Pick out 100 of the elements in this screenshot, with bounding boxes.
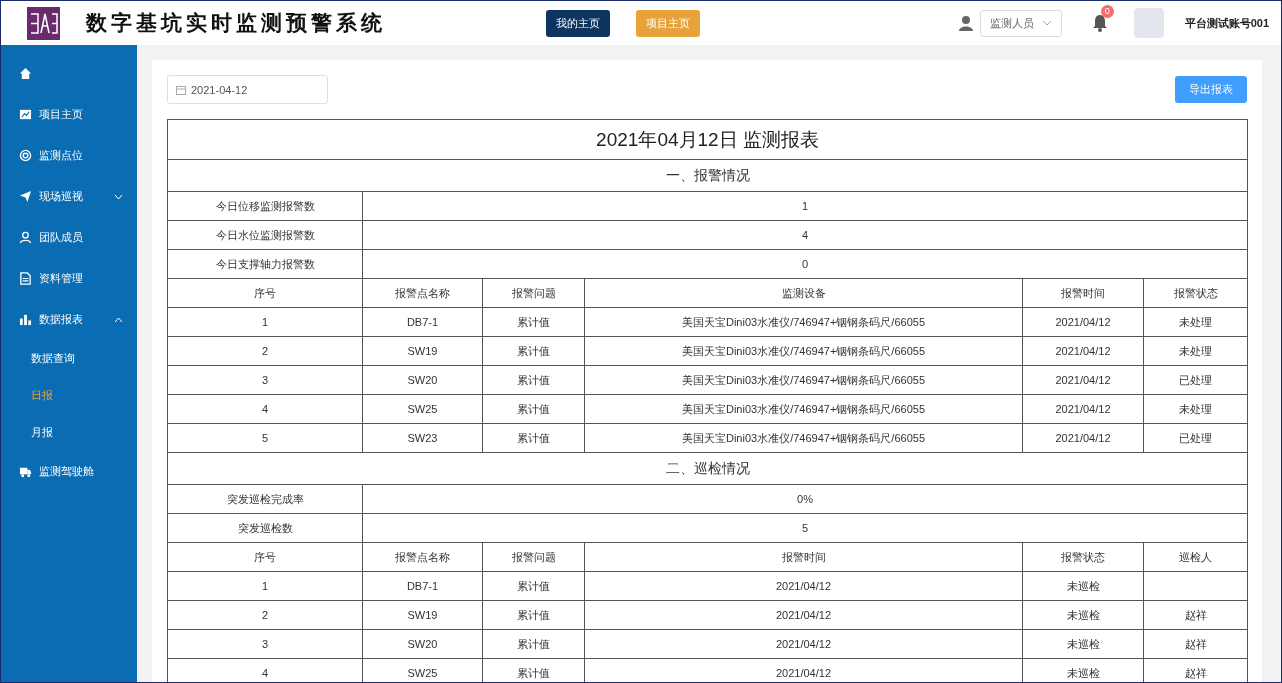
table-cell: 4	[167, 658, 363, 682]
column-header: 序号	[167, 542, 363, 572]
table-cell: 2021/04/12	[584, 571, 1023, 601]
sidebar-item[interactable]: 项目主页	[1, 94, 137, 135]
table-cell: 累计值	[482, 571, 585, 601]
avatar[interactable]	[1133, 8, 1164, 38]
table-cell: 4	[362, 220, 1248, 250]
table-cell: 2021/04/12	[1022, 365, 1144, 395]
table-cell: 今日位移监测报警数	[167, 191, 363, 221]
table-cell: 2021/04/12	[1022, 423, 1144, 453]
table-cell: 累计值	[482, 336, 585, 366]
table-cell: 未处理	[1143, 394, 1248, 424]
table-cell: SW19	[362, 600, 483, 630]
table-cell: SW19	[362, 336, 483, 366]
table-cell: 突发巡检完成率	[167, 484, 363, 514]
table-cell: 累计值	[482, 365, 585, 395]
table-cell: 2021/04/12	[1022, 336, 1144, 366]
table-cell: 未巡检	[1022, 629, 1144, 659]
table-cell: 2	[167, 600, 363, 630]
table-cell: 美国天宝Dini03水准仪/746947+铟钢条码尺/66055	[584, 423, 1023, 453]
table-cell: 美国天宝Dini03水准仪/746947+铟钢条码尺/66055	[584, 336, 1023, 366]
column-header: 报警时间	[584, 542, 1023, 572]
table-cell: 未巡检	[1022, 571, 1144, 601]
column-header: 报警状态	[1022, 542, 1144, 572]
table-cell: 赵祥	[1143, 629, 1248, 659]
notification-badge: 0	[1100, 5, 1114, 18]
role-select[interactable]: 监测人员	[979, 9, 1062, 37]
table-cell: SW25	[362, 394, 483, 424]
table-cell: 累计值	[482, 307, 585, 337]
truck-icon	[19, 465, 32, 478]
table-cell: 累计值	[482, 629, 585, 659]
column-header: 报警点名称	[362, 542, 483, 572]
column-header: 序号	[167, 278, 363, 308]
sidebar-item[interactable]: 资料管理	[1, 258, 137, 299]
table-cell: 未处理	[1143, 336, 1248, 366]
nav-button[interactable]: 我的主页	[546, 9, 610, 37]
table-cell: 1	[362, 191, 1248, 221]
app-title: 数字基坑实时监测预警系统	[86, 10, 386, 37]
sidebar-subitem[interactable]: 月报	[1, 414, 137, 451]
home-icon	[19, 67, 32, 80]
table-cell: 2021/04/12	[1022, 394, 1144, 424]
column-header: 监测设备	[584, 278, 1023, 308]
table-cell: 2	[167, 336, 363, 366]
column-header: 报警时间	[1022, 278, 1144, 308]
table-cell: 2021/04/12	[584, 629, 1023, 659]
table-cell: 今日水位监测报警数	[167, 220, 363, 250]
table-cell: 今日支撑轴力报警数	[167, 249, 363, 279]
date-field[interactable]: 2021-04-12	[167, 75, 328, 104]
table-cell: 美国天宝Dini03水准仪/746947+铟钢条码尺/66055	[584, 307, 1023, 337]
table-cell: 美国天宝Dini03水准仪/746947+铟钢条码尺/66055	[584, 394, 1023, 424]
chevron-down-icon	[1041, 20, 1052, 26]
table-cell: 已处理	[1143, 423, 1248, 453]
column-header: 报警状态	[1143, 278, 1248, 308]
column-header: 巡检人	[1143, 542, 1248, 572]
section-heading: 二、巡检情况	[167, 452, 1248, 485]
table-cell: 突发巡检数	[167, 513, 363, 543]
bars-icon	[19, 313, 32, 326]
table-cell: DB7-1	[362, 571, 483, 601]
sidebar-item[interactable]: 监测驾驶舱	[1, 451, 137, 492]
export-button[interactable]: 导出报表	[1175, 76, 1247, 103]
table-cell: 4	[167, 394, 363, 424]
bell-icon[interactable]	[1091, 14, 1108, 32]
sidebar-item[interactable]: 现场巡视	[1, 176, 137, 217]
table-cell: 未处理	[1143, 307, 1248, 337]
table-cell: 未巡检	[1022, 600, 1144, 630]
table-cell: 5	[167, 423, 363, 453]
table-cell: DB7-1	[362, 307, 483, 337]
table-cell: SW23	[362, 423, 483, 453]
table-cell: 累计值	[482, 600, 585, 630]
table-cell: 美国天宝Dini03水准仪/746947+铟钢条码尺/66055	[584, 365, 1023, 395]
table-cell: 5	[362, 513, 1248, 543]
report-title: 2021年04月12日 监测报表	[167, 119, 1248, 160]
table-cell: 3	[167, 629, 363, 659]
table-cell: 已处理	[1143, 365, 1248, 395]
table-cell: 2021/04/12	[584, 600, 1023, 630]
plane-icon	[19, 190, 32, 203]
table-cell: SW20	[362, 629, 483, 659]
sidebar-item[interactable]: 团队成员	[1, 217, 137, 258]
sidebar-item[interactable]: 监测点位	[1, 135, 137, 176]
column-header: 报警点名称	[362, 278, 483, 308]
account-name: 平台测试账号001	[1184, 15, 1269, 31]
table-cell: 累计值	[482, 394, 585, 424]
calendar-icon	[176, 84, 186, 95]
sidebar-subitem[interactable]: 数据查询	[1, 340, 137, 377]
table-cell: 赵祥	[1143, 600, 1248, 630]
person-icon	[19, 231, 32, 244]
section-heading: 一、报警情况	[167, 159, 1248, 192]
table-cell: 累计值	[482, 423, 585, 453]
table-cell: 1	[167, 307, 363, 337]
table-cell: 0%	[362, 484, 1248, 514]
sidebar-item[interactable]: 数据报表	[1, 299, 137, 340]
column-header: 报警问题	[482, 278, 585, 308]
user-icon	[958, 15, 973, 31]
target-icon	[19, 149, 32, 162]
column-header: 报警问题	[482, 542, 585, 572]
table-cell: 3	[167, 365, 363, 395]
table-cell: 0	[362, 249, 1248, 279]
table-cell: SW20	[362, 365, 483, 395]
table-cell: 2021/04/12	[1022, 307, 1144, 337]
logo-icon	[27, 6, 60, 40]
